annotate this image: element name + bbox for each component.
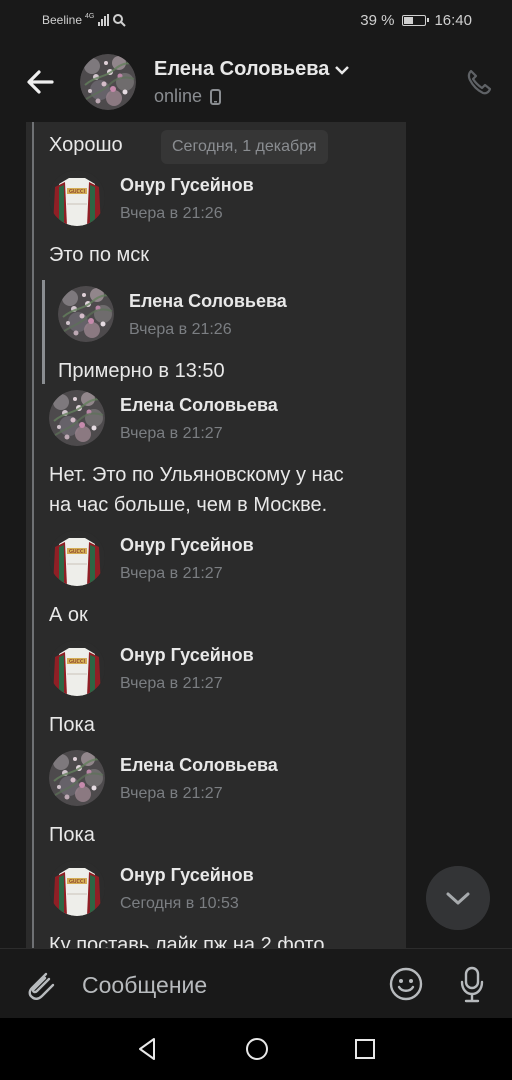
emoji-icon[interactable] (388, 966, 424, 1002)
contact-name[interactable]: Елена Соловьева (154, 58, 350, 81)
author-avatar-onur[interactable] (49, 530, 105, 586)
message-text: Ку поставь лайк пж на 2 фото (49, 934, 325, 948)
system-navigation-bar (0, 1018, 512, 1080)
message-text: Пока (49, 824, 95, 846)
message-time: Вчера в 21:27 (120, 425, 223, 442)
status-bar: Beeline 4G 39 % 16:40 (0, 0, 512, 44)
mobile-icon (210, 88, 222, 105)
contact-name-text: Елена Соловьева (154, 58, 330, 80)
contact-status: online (154, 86, 222, 107)
author-avatar-onur[interactable] (49, 860, 105, 916)
battery-icon (402, 15, 430, 26)
message-text-line-1: Нет. Это по Ульяновскому у нас (49, 464, 344, 486)
message-text: Это по мск (49, 244, 149, 266)
battery-fill (404, 17, 414, 24)
author-name[interactable]: Елена Соловьева (129, 291, 287, 312)
network-type: 4G (85, 12, 95, 20)
contact-avatar[interactable] (80, 54, 136, 110)
author-name[interactable]: Елена Соловьева (120, 755, 278, 776)
message-time: Вчера в 21:27 (120, 565, 223, 582)
message-time: Вчера в 21:27 (120, 675, 223, 692)
nav-recent-icon[interactable] (352, 1036, 378, 1062)
online-status: online (154, 86, 203, 106)
message-time: Вчера в 21:26 (120, 205, 223, 222)
battery-percent: 39 % (360, 12, 395, 29)
message-time: Вчера в 21:27 (120, 785, 223, 802)
clock: 16:40 (434, 12, 472, 29)
back-arrow-icon[interactable] (22, 64, 58, 100)
date-pill: Сегодня, 1 декабря (161, 130, 328, 164)
chat-header: Елена Соловьева online (0, 44, 512, 122)
message-time: Сегодня в 10:53 (120, 895, 239, 912)
search-status-icon (113, 14, 127, 27)
quote-indicator-line (42, 280, 45, 384)
author-avatar-onur[interactable] (49, 640, 105, 696)
attach-icon[interactable] (22, 966, 58, 1002)
author-name[interactable]: Онур Гусейнов (120, 175, 254, 196)
status-right: 39 % 16:40 (360, 12, 472, 29)
message-list[interactable]: Хорошо Сегодня, 1 декабря Онур Гусейнов … (0, 122, 512, 948)
microphone-icon[interactable] (454, 964, 490, 1004)
message-text: Пока (49, 714, 95, 736)
message-time: Вчера в 21:26 (129, 321, 232, 338)
author-avatar-elena[interactable] (49, 750, 105, 806)
author-name[interactable]: Онур Гусейнов (120, 865, 254, 886)
phone-icon[interactable] (464, 68, 492, 96)
author-avatar-elena[interactable] (49, 390, 105, 446)
carrier-name: Beeline (42, 13, 83, 27)
message-composer (0, 948, 512, 1019)
author-avatar-elena[interactable] (58, 286, 114, 342)
author-avatar-onur[interactable] (49, 170, 105, 226)
author-name[interactable]: Онур Гусейнов (120, 535, 254, 556)
nav-home-icon[interactable] (243, 1035, 271, 1063)
message-text: Примерно в 13:50 (58, 360, 225, 382)
nav-back-icon[interactable] (134, 1036, 160, 1062)
author-name[interactable]: Онур Гусейнов (120, 645, 254, 666)
message-input[interactable] (82, 968, 362, 1002)
message-text-first: Хорошо (49, 134, 123, 156)
forward-indicator-line (32, 122, 34, 948)
message-text: А ок (49, 604, 88, 626)
chevron-down-icon (335, 65, 350, 75)
signal-icon (98, 14, 110, 26)
status-left: Beeline 4G (42, 12, 127, 27)
scroll-down-button[interactable] (426, 866, 490, 930)
message-text-line-2: на час больше, чем в Москве. (49, 494, 328, 516)
author-name[interactable]: Елена Соловьева (120, 395, 278, 416)
